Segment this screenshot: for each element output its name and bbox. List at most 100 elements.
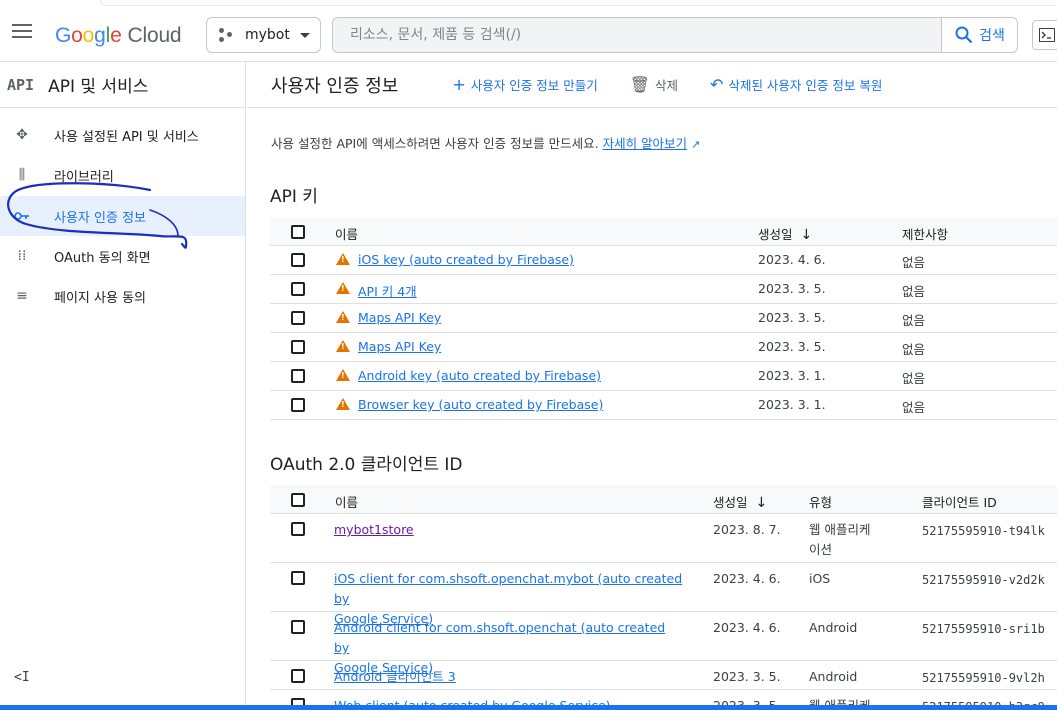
top-bar: GoogleCloud mybot 검색 bbox=[0, 0, 1057, 62]
key-icon bbox=[14, 208, 30, 224]
restrictions-value: 없음 bbox=[902, 371, 926, 386]
row-checkbox[interactable] bbox=[291, 669, 305, 683]
taskbar-edge bbox=[0, 705, 1057, 710]
column-header-restrictions[interactable]: 제한사항 bbox=[902, 224, 948, 243]
table-row: iOS key (auto created by Firebase) 2023. … bbox=[270, 246, 1057, 275]
sidebar-item-library[interactable]: ⫼ 라이브러리 bbox=[0, 155, 245, 195]
sidebar-item-credentials[interactable]: 사용자 인증 정보 bbox=[0, 196, 245, 236]
project-icon bbox=[219, 27, 235, 43]
delete-button[interactable]: 🗑 삭제 bbox=[630, 75, 678, 94]
row-checkbox[interactable] bbox=[291, 369, 305, 383]
row-checkbox[interactable] bbox=[291, 571, 305, 585]
undo-icon: ↶ bbox=[710, 75, 724, 94]
logo-letter: o bbox=[71, 24, 83, 47]
client-id-value: 52175595910-v2d2k bbox=[922, 573, 1045, 587]
restrictions-value: 없음 bbox=[902, 342, 926, 357]
sidebar: API API 및 서비스 ✥ 사용 설정된 API 및 서비스 ⫼ 라이브러리… bbox=[0, 62, 246, 710]
created-date: 2023. 3. 5. bbox=[758, 310, 826, 325]
created-date: 2023. 3. 5. bbox=[758, 339, 826, 354]
trash-icon: 🗑 bbox=[629, 75, 651, 94]
page-title: 사용자 인증 정보 bbox=[271, 75, 399, 97]
table-row: iOS client for com.shsoft.openchat.mybot… bbox=[270, 563, 1057, 626]
sidebar-item-enabled-apis[interactable]: ✥ 사용 설정된 API 및 서비스 bbox=[0, 115, 245, 155]
collapse-sidebar-button[interactable]: <I bbox=[14, 670, 30, 685]
project-name: mybot bbox=[245, 27, 290, 43]
table-row: Android 클라이언트 3 2023. 3. 5. Android 5217559… bbox=[270, 661, 1057, 690]
warning-icon bbox=[336, 282, 350, 294]
plus-icon: + bbox=[452, 75, 466, 94]
oauth-client-name-link[interactable]: iOS client for com.shsoft.openchat.mybot… bbox=[334, 571, 682, 606]
main-menu-icon[interactable] bbox=[12, 24, 34, 44]
search-input[interactable] bbox=[333, 18, 941, 52]
sidebar-item-page-usage[interactable]: ≡ 페이지 사용 동의 bbox=[0, 276, 245, 316]
api-badge-icon: API bbox=[7, 75, 35, 94]
project-picker[interactable]: mybot bbox=[206, 17, 321, 53]
restore-button[interactable]: ↶ 삭제된 사용자 인증 정보 복원 bbox=[710, 75, 882, 94]
api-keys-table: 이름 생성일 ↓ 제한사항 iOS key (auto created by Fi… bbox=[270, 217, 1057, 420]
library-icon: ⫼ bbox=[18, 167, 26, 183]
arrow-down-icon: ↓ bbox=[800, 227, 813, 243]
restore-label: 삭제된 사용자 인증 정보 복원 bbox=[728, 78, 883, 93]
warning-icon bbox=[336, 311, 350, 323]
column-header-created[interactable]: 생성일 ↓ bbox=[713, 492, 767, 511]
search-icon bbox=[955, 26, 973, 44]
select-all-checkbox[interactable] bbox=[291, 225, 305, 239]
logo-letter: G bbox=[55, 24, 72, 47]
restrictions-value: 없음 bbox=[902, 400, 926, 415]
api-key-name-link[interactable]: Maps API Key bbox=[358, 310, 441, 325]
row-checkbox[interactable] bbox=[291, 398, 305, 412]
cloud-shell-button[interactable] bbox=[1032, 20, 1057, 50]
column-header-name[interactable]: 이름 bbox=[335, 224, 358, 243]
api-key-name-link[interactable]: iOS key (auto created by Firebase) bbox=[358, 252, 574, 267]
create-credentials-button[interactable]: + 사용자 인증 정보 만들기 bbox=[452, 75, 597, 94]
api-key-name-link[interactable]: API 키 4개 bbox=[358, 281, 417, 300]
sidebar-item-oauth-consent[interactable]: ⁞⁞ OAuth 동의 화면 bbox=[0, 236, 245, 276]
row-checkbox[interactable] bbox=[291, 620, 305, 634]
client-type: Android bbox=[809, 669, 858, 684]
oauth-section-title: OAuth 2.0 클라이언트 ID bbox=[270, 455, 463, 475]
search-button[interactable]: 검색 bbox=[941, 18, 1018, 52]
created-date: 2023. 4. 6. bbox=[713, 620, 781, 635]
select-all-checkbox[interactable] bbox=[291, 493, 305, 507]
table-row: Android key (auto created by Firebase) 20… bbox=[270, 362, 1057, 391]
created-date: 2023. 3. 1. bbox=[758, 368, 826, 383]
restrictions-value: 없음 bbox=[902, 313, 926, 328]
api-key-name-link[interactable]: Maps API Key bbox=[358, 339, 441, 354]
row-checkbox[interactable] bbox=[291, 253, 305, 267]
intro-sentence: 사용 설정한 API에 액세스하려면 사용자 인증 정보를 만드세요. bbox=[271, 136, 599, 151]
column-header-type[interactable]: 유형 bbox=[809, 492, 832, 511]
api-key-name-link[interactable]: Android key (auto created by Firebase) bbox=[358, 368, 601, 383]
client-id-value: 52175595910-sri1b bbox=[922, 622, 1045, 636]
oauth-client-name-link[interactable]: Android client for com.shsoft.openchat (… bbox=[334, 620, 665, 655]
api-key-name-link[interactable]: Browser key (auto created by Firebase) bbox=[358, 397, 603, 412]
oauth-client-name-link[interactable]: Android 클라이언트 3 bbox=[334, 669, 456, 684]
page-header: 사용자 인증 정보 + 사용자 인증 정보 만들기 🗑 삭제 ↶ 삭제된 사용자 인증… bbox=[247, 62, 1057, 108]
delete-label: 삭제 bbox=[655, 78, 679, 93]
enabled-apis-icon: ✥ bbox=[16, 127, 28, 143]
table-header-row: 이름 생성일 ↓ 제한사항 bbox=[270, 217, 1057, 246]
row-checkbox[interactable] bbox=[291, 522, 305, 536]
created-date: 2023. 4. 6. bbox=[758, 252, 826, 267]
table-row: Android client for com.shsoft.openchat (… bbox=[270, 612, 1057, 675]
learn-more-link[interactable]: 자세히 알아보기 bbox=[603, 136, 687, 151]
warning-icon bbox=[336, 340, 350, 352]
table-row: API 키 4개 2023. 3. 5. 없음 bbox=[270, 275, 1057, 304]
table-row: Maps API Key 2023. 3. 5. 없음 bbox=[270, 304, 1057, 333]
external-link-icon: ↗ bbox=[691, 138, 701, 151]
client-type: 이션 bbox=[809, 542, 833, 557]
client-type: 웹 애플리케 bbox=[809, 522, 871, 537]
google-cloud-logo[interactable]: Google Cloud bbox=[55, 24, 182, 48]
row-checkbox[interactable] bbox=[291, 340, 305, 354]
oauth-client-name-link[interactable]: mybot1store bbox=[334, 522, 414, 537]
column-header-created[interactable]: 생성일 ↓ bbox=[758, 224, 812, 243]
row-checkbox[interactable] bbox=[291, 282, 305, 296]
logo-letter: o bbox=[82, 24, 95, 47]
column-header-client-id[interactable]: 클라이언트 ID bbox=[922, 492, 997, 511]
column-header-name[interactable]: 이름 bbox=[335, 492, 358, 511]
api-keys-section-title: API 키 bbox=[270, 187, 318, 207]
created-date: 2023. 3. 5. bbox=[713, 669, 781, 684]
row-checkbox[interactable] bbox=[291, 311, 305, 325]
created-date: 2023. 8. 7. bbox=[713, 522, 781, 537]
logo-cloud-text: Cloud bbox=[127, 24, 182, 47]
column-header-created-label: 생성일 bbox=[713, 495, 748, 510]
